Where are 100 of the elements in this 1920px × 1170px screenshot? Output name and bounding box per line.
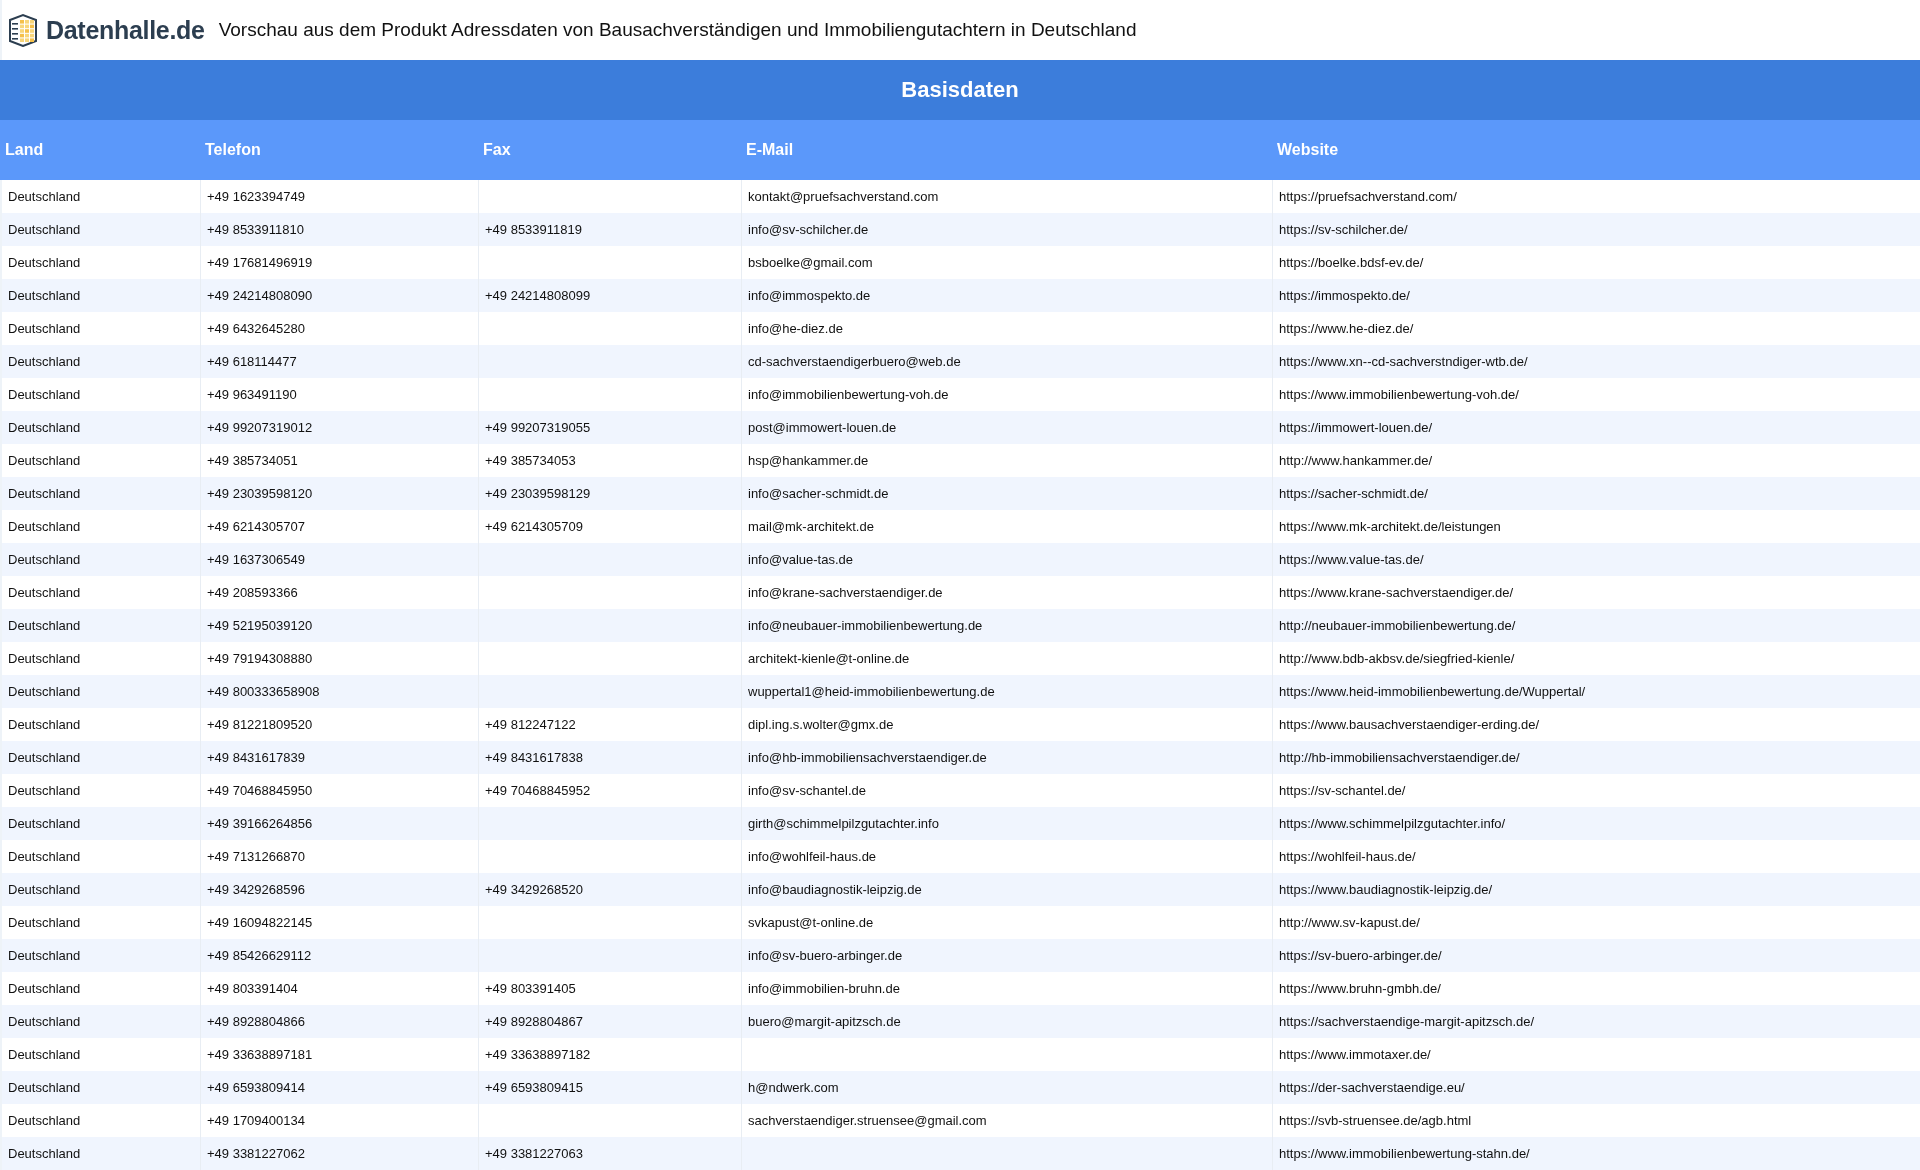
table-cell: Deutschland	[8, 948, 81, 963]
table-cell: info@hb-immobiliensachverstaendiger.de	[748, 750, 987, 765]
table-cell: +49 3381227062	[207, 1146, 305, 1161]
table-cell: http://www.sv-kapust.de/	[1279, 915, 1420, 930]
table-cell: +49 79194308880	[207, 651, 313, 666]
table-cell: +49 208593366	[207, 585, 298, 600]
table-cell: https://immospekto.de/	[1279, 288, 1410, 303]
table-cell: +49 8928804867	[485, 1014, 583, 1029]
table-cell: +49 7131266870	[207, 849, 305, 864]
logo-wordmark[interactable]: Datenhalle.de	[46, 15, 205, 45]
table-cell: Deutschland	[8, 387, 81, 402]
table-cell: info@immobilien-bruhn.de	[748, 981, 900, 996]
table-cell: Deutschland	[8, 783, 81, 798]
table-cell: +49 6214305707	[207, 519, 305, 534]
table-cell: buero@margit-apitzsch.de	[748, 1014, 901, 1029]
table-cell: Deutschland	[8, 684, 81, 699]
table-cell: girth@schimmelpilzgutachter.info	[748, 816, 939, 831]
table-cell: info@sv-buero-arbinger.de	[748, 948, 903, 963]
table-cell: Deutschland	[8, 981, 81, 996]
table-cell: +49 24214808090	[207, 288, 313, 303]
table-cell: +49 1623394749	[207, 189, 305, 204]
table-cell: +49 1709400134	[207, 1113, 305, 1128]
table-cell: +49 85426629112	[207, 948, 312, 963]
column-header: Telefon	[200, 120, 478, 180]
table-cell: https://www.baudiagnostik-leipzig.de/	[1279, 882, 1493, 897]
column-header: Land	[0, 120, 200, 180]
table-cell: +49 16094822145	[207, 915, 313, 930]
table-cell: svkapust@t-online.de	[748, 915, 874, 930]
table-cell: info@neubauer-immobilienbewertung.de	[748, 618, 983, 633]
table-cell: +49 3429268596	[207, 882, 305, 897]
table-cell: https://immowert-louen.de/	[1279, 420, 1433, 435]
table-cell: Deutschland	[8, 618, 81, 633]
table-cell: https://wohlfeil-haus.de/	[1279, 849, 1416, 864]
column-header: Fax	[478, 120, 741, 180]
table-cell: http://www.hankammer.de/	[1279, 453, 1433, 468]
table-cell: Deutschland	[8, 651, 81, 666]
table-cell: https://sv-buero-arbinger.de/	[1279, 948, 1442, 963]
table-cell: Deutschland	[8, 915, 81, 930]
table-cell: info@sv-schantel.de	[748, 783, 866, 798]
table-cell: +49 618114477	[207, 354, 297, 369]
table-cell: https://www.mk-architekt.de/leistungen	[1279, 519, 1501, 534]
table-cell: Deutschland	[8, 255, 81, 270]
table-cell: +49 81221809520	[207, 717, 313, 732]
table-cell: post@immowert-louen.de	[748, 420, 897, 435]
table-cell: +49 803391404	[207, 981, 298, 996]
table-cell: Deutschland	[8, 717, 81, 732]
table-cell: https://sacher-schmidt.de/	[1279, 486, 1428, 501]
table-cell: https://www.he-diez.de/	[1279, 321, 1414, 336]
table-cell: mail@mk-architekt.de	[748, 519, 874, 534]
table-cell: Deutschland	[8, 1146, 81, 1161]
table-cell: +49 6593809415	[485, 1080, 583, 1095]
table-cell: +49 70468845952	[485, 783, 591, 798]
table-cell: info@baudiagnostik-leipzig.de	[748, 882, 922, 897]
table-cell: bsboelke@gmail.com	[748, 255, 873, 270]
table-cell: +49 99207319012	[207, 420, 313, 435]
table-cell: Deutschland	[8, 222, 81, 237]
table-cell: +49 3381227063	[485, 1146, 583, 1161]
table-cell: +49 385734053	[485, 453, 576, 468]
table-cell: Deutschland	[8, 552, 81, 567]
table-cell: +49 803391405	[485, 981, 576, 996]
table-cell: https://www.krane-sachverstaendiger.de/	[1279, 585, 1514, 600]
table-cell: https://www.bausachverstaendiger-erding.de/	[1279, 717, 1540, 732]
table-cell: +49 8431617839	[207, 750, 305, 765]
table-cell: +49 23039598129	[485, 486, 591, 501]
table-cell: +49 8533911810	[207, 222, 304, 237]
table-cell: Deutschland	[8, 585, 81, 600]
table-cell: Deutschland	[8, 321, 81, 336]
table-cell: Deutschland	[8, 1113, 81, 1128]
database-stack-icon	[6, 13, 40, 47]
table-cell: Deutschland	[8, 354, 81, 369]
table-cell: +49 24214808099	[485, 288, 591, 303]
table-cell: +49 17681496919	[207, 255, 313, 270]
table-cell: Deutschland	[8, 288, 81, 303]
table-cell: +49 812247122	[485, 717, 576, 732]
table-cell: +49 33638897181	[207, 1047, 313, 1062]
table-cell: Deutschland	[8, 189, 81, 204]
table-cell: +49 23039598120	[207, 486, 313, 501]
table-cell: wuppertal1@heid-immobilienbewertung.de	[748, 684, 995, 699]
table-cell: +49 33638897182	[485, 1047, 591, 1062]
table-cell: info@immobilienbewertung-voh.de	[748, 387, 949, 402]
table-cell: Deutschland	[8, 750, 81, 765]
table-cell: Deutschland	[8, 1080, 81, 1095]
table-cell: sachverstaendiger.struensee@gmail.com	[748, 1113, 987, 1128]
table-cell: Deutschland	[8, 816, 81, 831]
table-cell: +49 963491190	[207, 387, 297, 402]
table-cell: +49 8928804866	[207, 1014, 305, 1029]
table-cell: +49 6214305709	[485, 519, 583, 534]
table-cell: info@krane-sachverstaendiger.de	[748, 585, 943, 600]
table-cell: Deutschland	[8, 486, 81, 501]
table-cell: https://svb-struensee.de/agb.html	[1279, 1113, 1472, 1128]
table-cell: hsp@hankammer.de	[748, 453, 869, 468]
table-cell: Deutschland	[8, 1014, 81, 1029]
table-cell: info@wohlfeil-haus.de	[748, 849, 877, 864]
table-cell: http://hb-immobiliensachverstaendiger.de/	[1279, 750, 1520, 765]
table-cell: Deutschland	[8, 1047, 81, 1062]
table-cell: https://www.value-tas.de/	[1279, 552, 1424, 567]
table-cell: architekt-kienle@t-online.de	[748, 651, 910, 666]
table-cell: cd-sachverstaendigerbuero@web.de	[748, 354, 961, 369]
table-cell: Deutschland	[8, 420, 81, 435]
table-cell: https://der-sachverstaendige.eu/	[1279, 1080, 1465, 1095]
